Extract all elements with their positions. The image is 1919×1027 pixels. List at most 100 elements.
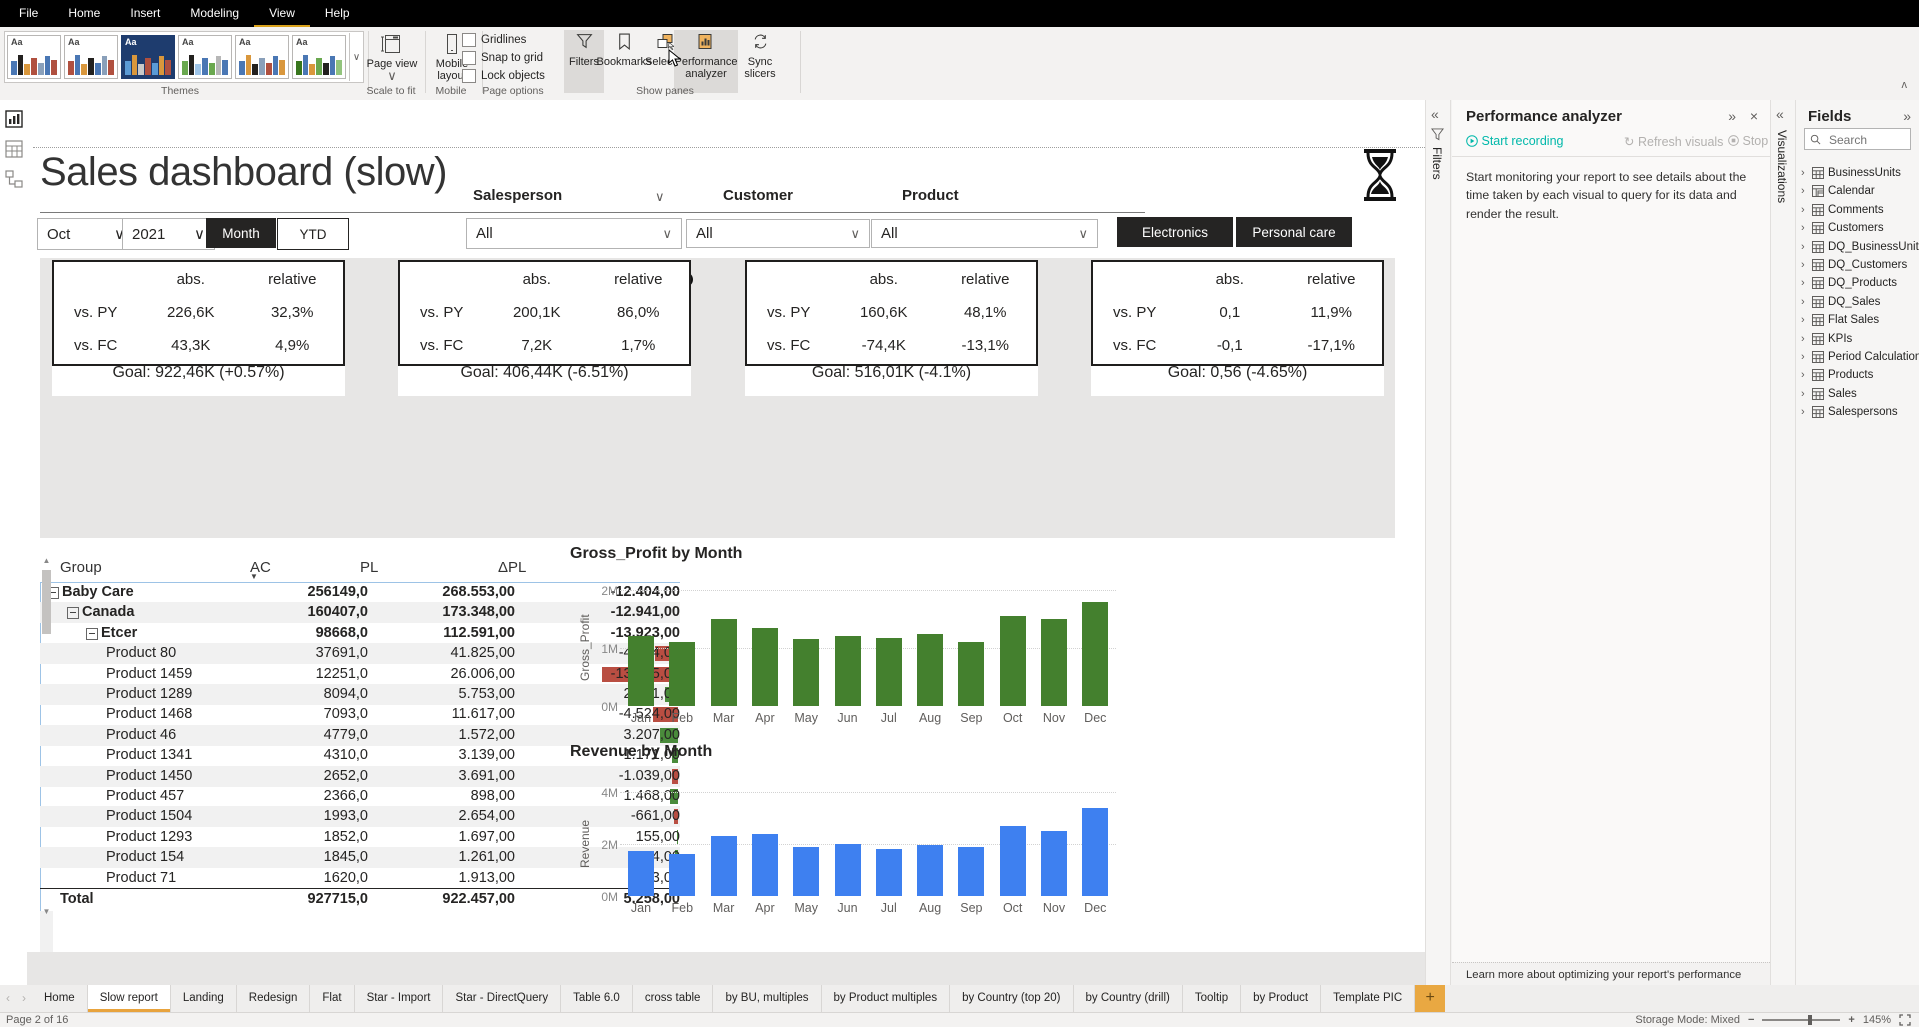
start-recording-button[interactable]: Start recording	[1466, 134, 1563, 148]
theme-gallery-dropdown-icon[interactable]: ∨	[349, 33, 363, 81]
zoom-slider[interactable]	[1762, 1019, 1840, 1021]
field-item-salespersons[interactable]: ›Salespersons	[1796, 403, 1919, 421]
expand-icon[interactable]: ›	[1801, 311, 1805, 329]
bar-feb[interactable]	[669, 854, 695, 896]
bar-jun[interactable]	[835, 636, 861, 706]
field-item-sales[interactable]: ›Sales	[1796, 385, 1919, 403]
page-tab-by-country-drill[interactable]: by Country (drill)	[1074, 985, 1183, 1012]
bar-feb[interactable]	[669, 642, 695, 706]
field-item-dq-products[interactable]: ›DQ_Products	[1796, 274, 1919, 292]
kpi-comparison-costs[interactable]: abs.relativevs. PY200,1K86,0%vs. FC7,2K1…	[398, 260, 691, 366]
menu-item-home[interactable]: Home	[53, 1, 115, 25]
category-button-personal-care[interactable]: Personal care	[1236, 217, 1352, 247]
chevron-down-icon[interactable]: ∨	[655, 189, 665, 205]
theme-card-6[interactable]: Aa	[292, 35, 346, 79]
tabs-scroll-right-icon[interactable]: ›	[16, 985, 32, 1012]
bar-sep[interactable]	[958, 847, 984, 896]
fields-search[interactable]	[1804, 128, 1911, 150]
zoom-out-button[interactable]: −	[1748, 1014, 1754, 1026]
expand-icon[interactable]: ›	[1801, 293, 1805, 311]
dropdown-slicer-salesperson[interactable]: All∨	[466, 218, 682, 249]
bar-dec[interactable]	[1082, 602, 1108, 706]
checkbox-snap-to-grid[interactable]: Snap to grid	[462, 51, 543, 65]
category-button-electronics[interactable]: Electronics	[1117, 217, 1233, 247]
collapse-row-icon[interactable]	[67, 607, 79, 619]
period-button-month[interactable]: Month	[206, 218, 276, 248]
fit-to-page-icon[interactable]	[1899, 1014, 1911, 1026]
kpi-comparison-revenues[interactable]: abs.relativevs. PY226,6K32,3%vs. FC43,3K…	[52, 260, 345, 366]
bar-apr[interactable]	[752, 628, 778, 706]
page-tab-by-product-multiples[interactable]: by Product multiples	[822, 985, 951, 1012]
menu-item-insert[interactable]: Insert	[115, 1, 175, 25]
bar-jul[interactable]	[876, 849, 902, 896]
expand-icon[interactable]: ›	[1801, 219, 1805, 237]
expand-icon[interactable]: ›	[1801, 385, 1805, 403]
expand-icon[interactable]: ›	[1801, 201, 1805, 219]
field-item-businessunits[interactable]: ›BusinessUnits	[1796, 164, 1919, 182]
expand-icon[interactable]: ›	[1801, 403, 1805, 421]
page-tab-landing[interactable]: Landing	[171, 985, 237, 1012]
field-item-products[interactable]: ›Products	[1796, 366, 1919, 384]
page-tab-cross-table[interactable]: cross table	[633, 985, 714, 1012]
bar-may[interactable]	[793, 847, 819, 896]
bar-mar[interactable]	[711, 836, 737, 896]
bar-jan[interactable]	[628, 636, 654, 706]
column-header-dpl[interactable]: ΔPL	[498, 559, 526, 576]
table-row-product-1468[interactable]: Product 14687093,011.617,00-4.524,00	[40, 704, 680, 725]
column-header-group[interactable]: Group	[60, 559, 102, 576]
bar-may[interactable]	[793, 639, 819, 706]
field-item-customers[interactable]: ›Customers	[1796, 219, 1919, 237]
field-item-dq-businessunits[interactable]: ›DQ_BusinessUnits	[1796, 238, 1919, 256]
bar-apr[interactable]	[752, 834, 778, 896]
data-view-icon[interactable]	[5, 140, 23, 158]
expand-icon[interactable]: ›	[1801, 274, 1805, 292]
page-tab-slow-report[interactable]: Slow report	[88, 985, 171, 1012]
field-item-calendar[interactable]: ›Calendar	[1796, 182, 1919, 200]
page-tab-tooltip[interactable]: Tooltip	[1183, 985, 1241, 1012]
page-tab-star-import[interactable]: Star - Import	[355, 985, 444, 1012]
field-item-dq-sales[interactable]: ›DQ_Sales	[1796, 293, 1919, 311]
field-item-dq-customers[interactable]: ›DQ_Customers	[1796, 256, 1919, 274]
page-tab-redesign[interactable]: Redesign	[237, 985, 311, 1012]
collapse-fields-icon[interactable]: »	[1903, 108, 1911, 124]
bar-sep[interactable]	[958, 642, 984, 706]
page-tab-by-product[interactable]: by Product	[1241, 985, 1321, 1012]
page-view-button[interactable]: Page view ∨	[366, 31, 418, 83]
expand-icon[interactable]: ›	[1801, 366, 1805, 384]
scroll-down-icon[interactable]: ▼	[40, 907, 53, 916]
field-item-comments[interactable]: ›Comments	[1796, 201, 1919, 219]
tabs-scroll-left-icon[interactable]: ‹	[0, 985, 16, 1012]
sync-slicers-pane-button[interactable]: Syncslicers	[737, 30, 783, 93]
menu-item-help[interactable]: Help	[310, 1, 365, 25]
expand-panel-icon[interactable]: »	[1728, 108, 1736, 124]
scrollbar-thumb[interactable]	[42, 570, 51, 634]
group-table-visual[interactable]: GroupAC▼PLΔPLBaby Care256149,0268.553,00…	[40, 556, 700, 916]
theme-card-1[interactable]: Aa	[7, 35, 61, 79]
field-item-flat-sales[interactable]: ›Flat Sales	[1796, 311, 1919, 329]
scroll-up-icon[interactable]: ▲	[40, 556, 53, 565]
collapse-ribbon-icon[interactable]: ᴧ	[1902, 79, 1908, 91]
field-item-period-calculation[interactable]: ›Period Calculation	[1796, 348, 1919, 366]
page-tab-home[interactable]: Home	[32, 985, 88, 1012]
bar-jan[interactable]	[628, 851, 654, 897]
dropdown-slicer-customer[interactable]: All∨	[686, 219, 870, 248]
checkbox-lock-objects[interactable]: Lock objects	[462, 69, 545, 83]
search-input[interactable]	[1827, 130, 1911, 150]
visualizations-pane-collapsed[interactable]: « Visualizations	[1770, 100, 1796, 985]
stop-button[interactable]: Stop	[1728, 134, 1768, 148]
kpi-comparison-gross-margin[interactable]: abs.relativevs. PY160,6K48,1%vs. FC-74,4…	[745, 260, 1038, 366]
field-item-kpis[interactable]: ›KPIs	[1796, 330, 1919, 348]
close-panel-icon[interactable]: ×	[1750, 108, 1758, 124]
bar-mar[interactable]	[711, 619, 737, 706]
zoom-in-button[interactable]: +	[1848, 1014, 1854, 1026]
theme-card-4[interactable]: Aa	[178, 35, 232, 79]
menu-item-modeling[interactable]: Modeling	[175, 1, 254, 25]
period-button-ytd[interactable]: YTD	[277, 218, 349, 250]
page-tab-star-directquery[interactable]: Star - DirectQuery	[443, 985, 561, 1012]
theme-card-2[interactable]: Aa	[64, 35, 118, 79]
bar-aug[interactable]	[917, 634, 943, 707]
bar-nov[interactable]	[1041, 619, 1067, 706]
page-tab-flat[interactable]: Flat	[310, 985, 354, 1012]
collapse-row-icon[interactable]	[86, 628, 98, 640]
expand-icon[interactable]: ›	[1801, 348, 1805, 366]
